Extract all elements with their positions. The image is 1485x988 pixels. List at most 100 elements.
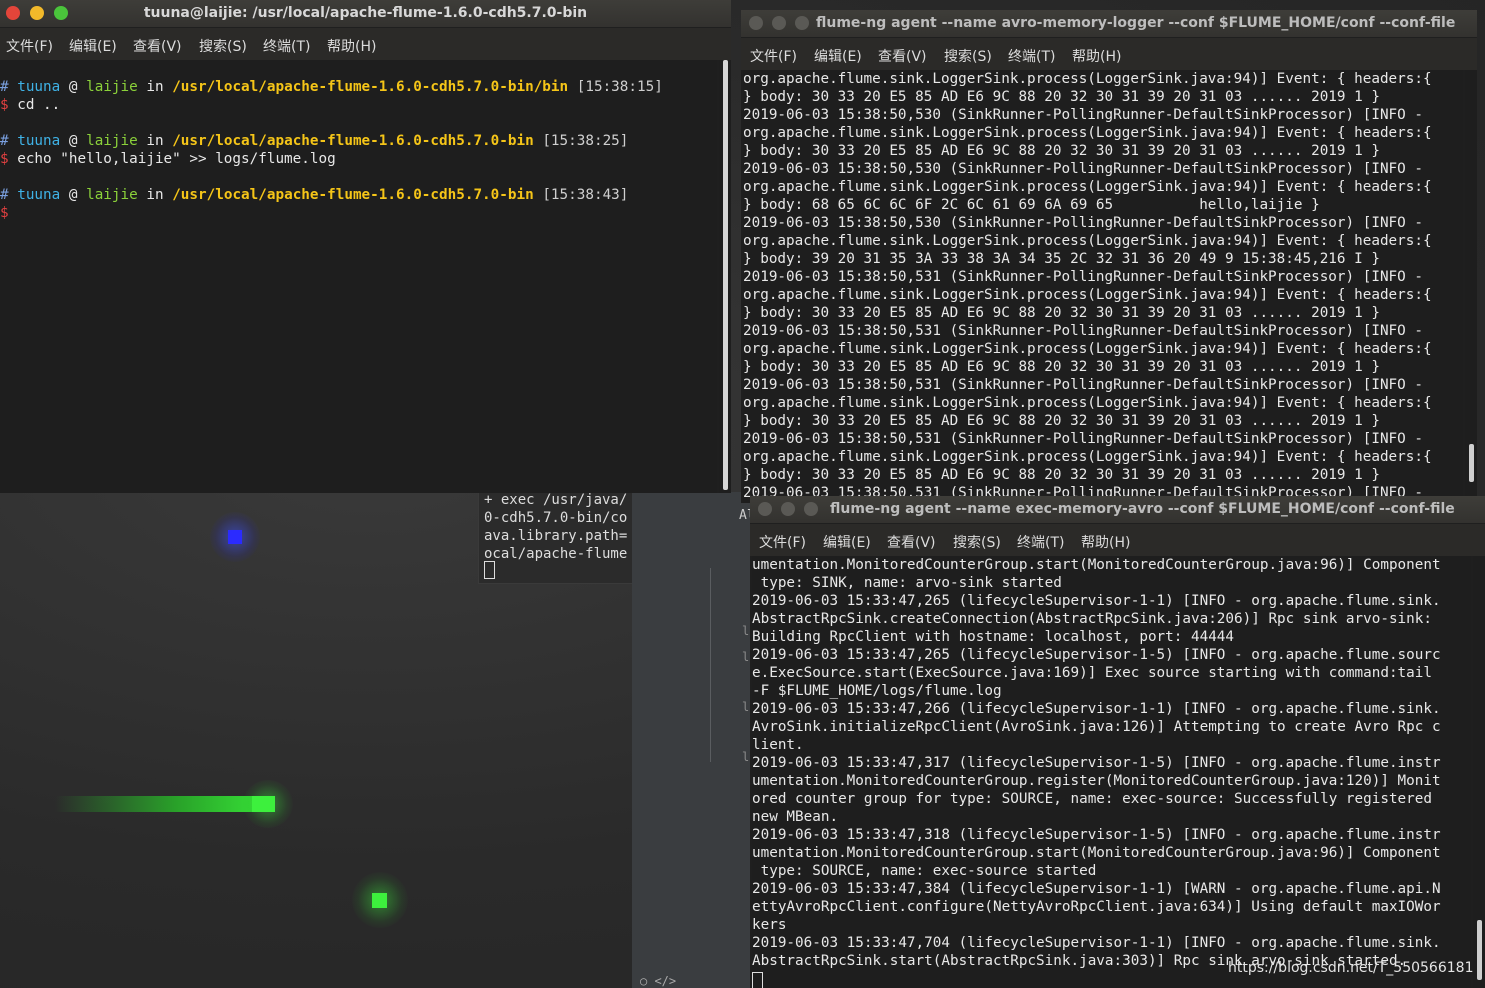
log-line: -F $FLUME_HOME/logs/flume.log <box>752 683 1002 699</box>
bg-terminal-line: + exec /usr/java/ <box>484 492 628 508</box>
log-line: 2019-06-03 15:38:50,530 (SinkRunner-Poll… <box>743 107 1423 123</box>
menu-view[interactable]: 查看(V) <box>887 532 936 552</box>
command-line: $ cd .. <box>0 97 61 113</box>
green-square <box>372 893 387 908</box>
log-line: org.apache.flume.sink.LoggerSink.process… <box>743 233 1432 249</box>
maximize-icon[interactable] <box>804 502 818 516</box>
menu-file[interactable]: 文件(F) <box>6 36 53 56</box>
bg-terminal-line: 0-cdh5.7.0-bin/co <box>484 510 628 526</box>
scrollbar-thumb[interactable] <box>1477 920 1482 980</box>
menu-file[interactable]: 文件(F) <box>750 46 797 66</box>
terminal-window-main[interactable]: tuuna@laijie: /usr/local/apache-flume-1.… <box>0 0 731 493</box>
command-line[interactable]: $ <box>0 204 717 222</box>
log-line: ettyAvroRpcClient.configure(NettyAvroRpc… <box>752 899 1441 915</box>
log-line: lient. <box>752 737 804 753</box>
command-line: $ echo "hello,laijie" >> logs/flume.log <box>0 151 336 167</box>
background-editor-panel[interactable]: lc lc lc lt Al ○ </> <box>632 492 756 988</box>
menu-edit[interactable]: 编辑(E) <box>69 36 117 56</box>
log-line: org.apache.flume.sink.LoggerSink.process… <box>743 71 1432 87</box>
log-line: } body: 30 33 20 E5 85 AD E6 9C 88 20 32… <box>743 89 1380 105</box>
menu-help[interactable]: 帮助(H) <box>1072 46 1121 66</box>
log-line: 2019-06-03 15:38:50,530 (SinkRunner-Poll… <box>743 215 1423 231</box>
green-bar-tip <box>252 796 275 812</box>
menu-help[interactable]: 帮助(H) <box>327 36 376 56</box>
log-line: 2019-06-03 15:33:47,704 (lifecycleSuperv… <box>752 935 1441 951</box>
code-icons[interactable]: ○ </> <box>640 974 676 988</box>
log-line: 2019-06-03 15:38:50,531 (SinkRunner-Poll… <box>743 269 1423 285</box>
log-line: 2019-06-03 15:33:47,318 (lifecycleSuperv… <box>752 827 1441 843</box>
log-line: umentation.MonitoredCounterGroup.start(M… <box>752 557 1441 573</box>
title-bar[interactable]: tuuna@laijie: /usr/local/apache-flume-1.… <box>0 0 731 27</box>
menu-view[interactable]: 查看(V) <box>878 46 927 66</box>
terminal-window-avro-logger[interactable]: flume-ng agent --name avro-memory-logger… <box>741 10 1477 503</box>
title-bar[interactable]: flume-ng agent --name avro-memory-logger… <box>741 10 1477 37</box>
log-line: 2019-06-03 15:33:47,384 (lifecycleSuperv… <box>752 881 1441 897</box>
scrollbar-thumb[interactable] <box>723 60 728 490</box>
log-line: org.apache.flume.sink.LoggerSink.process… <box>743 287 1432 303</box>
log-line: AbstractRpcSink.createConnection(Abstrac… <box>752 611 1432 627</box>
log-line: org.apache.flume.sink.LoggerSink.process… <box>743 179 1432 195</box>
menu-bar: 文件(F) 编辑(E) 查看(V) 搜索(S) 终端(T) 帮助(H) <box>741 38 1477 70</box>
terminal-output[interactable]: org.apache.flume.sink.LoggerSink.process… <box>743 70 1463 503</box>
minimize-icon[interactable] <box>772 16 786 30</box>
scrollbar[interactable] <box>719 60 731 493</box>
bg-terminal-line: ocal/apache-flume <box>484 546 628 562</box>
log-line: kers <box>752 917 787 933</box>
menu-terminal[interactable]: 终端(T) <box>1017 532 1064 552</box>
log-line: org.apache.flume.sink.LoggerSink.process… <box>743 449 1432 465</box>
scrollbar-thumb[interactable] <box>1469 444 1474 482</box>
prompt-line: # tuuna @ laijie in /usr/local/apache-fl… <box>0 79 663 95</box>
prompt-line: # tuuna @ laijie in /usr/local/apache-fl… <box>0 187 629 203</box>
scrollbar[interactable] <box>1465 70 1477 503</box>
title-bar[interactable]: flume-ng agent --name exec-memory-avro -… <box>750 496 1485 523</box>
menu-search[interactable]: 搜索(S) <box>953 532 1001 552</box>
terminal-output[interactable]: # tuuna @ laijie in /usr/local/apache-fl… <box>0 60 717 493</box>
log-line: } body: 30 33 20 E5 85 AD E6 9C 88 20 32… <box>743 305 1380 321</box>
bg-terminal-line: ava.library.path= <box>484 528 628 544</box>
log-line: 2019-06-03 15:33:47,265 (lifecycleSuperv… <box>752 647 1441 663</box>
divider <box>710 568 711 762</box>
close-icon[interactable] <box>758 502 772 516</box>
terminal-window-exec-avro[interactable]: flume-ng agent --name exec-memory-avro -… <box>750 496 1485 988</box>
log-line: org.apache.flume.sink.LoggerSink.process… <box>743 341 1432 357</box>
menu-search[interactable]: 搜索(S) <box>944 46 992 66</box>
log-line: Building RpcClient with hostname: localh… <box>752 629 1235 645</box>
menu-search[interactable]: 搜索(S) <box>199 36 247 56</box>
menu-terminal[interactable]: 终端(T) <box>263 36 310 56</box>
log-line: AvroSink.initializeRpcClient(AvroSink.ja… <box>752 719 1441 735</box>
log-line: 2019-06-03 15:33:47,265 (lifecycleSuperv… <box>752 593 1441 609</box>
close-icon[interactable] <box>749 16 763 30</box>
menu-file[interactable]: 文件(F) <box>759 532 806 552</box>
log-line: org.apache.flume.sink.LoggerSink.process… <box>743 395 1432 411</box>
log-line: umentation.MonitoredCounterGroup.registe… <box>752 773 1441 789</box>
log-line: ored counter group for type: SOURCE, nam… <box>752 791 1432 807</box>
log-line: 2019-06-03 15:33:47,317 (lifecycleSuperv… <box>752 755 1441 771</box>
watermark: https://blog.csdn.net/T_550566181 <box>1228 960 1474 976</box>
maximize-icon[interactable] <box>795 16 809 30</box>
terminal-cursor <box>752 972 763 988</box>
scrollbar[interactable] <box>1473 556 1485 988</box>
log-line: } body: 68 65 6C 6C 6F 2C 6C 61 69 6A 69… <box>743 197 1320 213</box>
terminal-output[interactable]: umentation.MonitoredCounterGroup.start(M… <box>752 556 1471 988</box>
log-line: 2019-06-03 15:33:47,266 (lifecycleSuperv… <box>752 701 1441 717</box>
window-title: tuuna@laijie: /usr/local/apache-flume-1.… <box>143 5 588 21</box>
log-line: type: SINK, name: arvo-sink started <box>752 575 1062 591</box>
minimize-icon[interactable] <box>781 502 795 516</box>
menu-terminal[interactable]: 终端(T) <box>1008 46 1055 66</box>
menu-help[interactable]: 帮助(H) <box>1081 532 1130 552</box>
blue-square <box>228 530 242 544</box>
menu-view[interactable]: 查看(V) <box>133 36 182 56</box>
menu-edit[interactable]: 编辑(E) <box>814 46 862 66</box>
log-line: type: SOURCE, name: exec-source started <box>752 863 1097 879</box>
log-line: } body: 30 33 20 E5 85 AD E6 9C 88 20 32… <box>743 413 1380 429</box>
log-line: } body: 30 33 20 E5 85 AD E6 9C 88 20 32… <box>743 467 1380 483</box>
menu-bar: 文件(F) 编辑(E) 查看(V) 搜索(S) 终端(T) 帮助(H) <box>0 28 731 60</box>
menu-edit[interactable]: 编辑(E) <box>823 532 871 552</box>
log-line: 2019-06-03 15:38:50,530 (SinkRunner-Poll… <box>743 161 1423 177</box>
background-terminal[interactable]: + exec /usr/java/ 0-cdh5.7.0-bin/co ava.… <box>478 490 634 584</box>
log-line: new MBean. <box>752 809 839 825</box>
prompt-line: # tuuna @ laijie in /usr/local/apache-fl… <box>0 133 629 149</box>
terminal-cursor <box>484 561 495 579</box>
log-line: } body: 30 33 20 E5 85 AD E6 9C 88 20 32… <box>743 359 1380 375</box>
